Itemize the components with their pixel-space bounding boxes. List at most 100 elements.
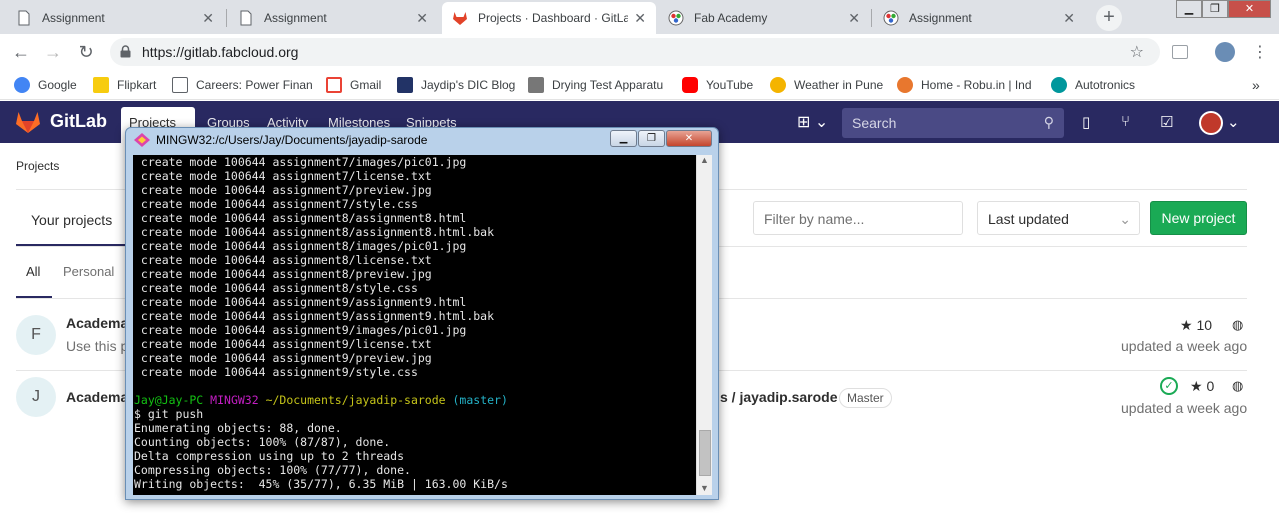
window-minimize-button[interactable]: ▁ xyxy=(1176,0,1202,18)
google-icon xyxy=(14,77,30,93)
search-input[interactable]: Search ⚲ xyxy=(842,108,1064,138)
youtube-icon xyxy=(682,77,698,93)
project-name[interactable]: Academa xyxy=(66,389,128,405)
terminal-output[interactable]: create mode 100644 assignment7/images/pi… xyxy=(133,155,696,495)
browser-tab[interactable]: Fab Academy ✕ xyxy=(658,2,870,34)
terminal-line: create mode 100644 assignment9/assignmen… xyxy=(134,295,467,309)
document-icon xyxy=(172,77,188,93)
bookmark-item[interactable]: YouTube xyxy=(682,76,753,94)
bookmark-label: YouTube xyxy=(706,78,754,92)
bookmarks-bar: Google Flipkart Careers: Power Finan Gma… xyxy=(0,70,1279,100)
more-bookmarks-button[interactable]: » xyxy=(1252,76,1260,94)
gitlab-logo-icon[interactable] xyxy=(14,110,42,134)
bookmark-item[interactable]: Drying Test Apparatu xyxy=(528,76,663,94)
sort-select[interactable]: Last updated ⌄ xyxy=(977,201,1140,235)
filter-by-name-input[interactable]: Filter by name... xyxy=(753,201,963,235)
forward-icon[interactable]: → xyxy=(42,41,64,63)
fab-academy-icon xyxy=(668,10,684,26)
new-project-button[interactable]: New project xyxy=(1150,201,1247,235)
terminal-line: create mode 100644 assignment9/images/pi… xyxy=(134,323,467,337)
bookmark-label: Google xyxy=(38,78,77,92)
bookmark-star-icon[interactable]: ☆ xyxy=(1130,42,1144,62)
browser-tab[interactable]: Assignment ✕ xyxy=(873,2,1085,34)
terminal-line: create mode 100644 assignment7/license.t… xyxy=(134,169,432,183)
star-count-value: 0 xyxy=(1206,378,1215,394)
close-button[interactable]: ✕ xyxy=(666,130,712,147)
tab-your-projects[interactable]: Your projects xyxy=(31,212,112,228)
reload-icon[interactable]: ↻ xyxy=(75,41,97,63)
close-icon[interactable]: ✕ xyxy=(416,10,428,27)
robu-icon xyxy=(897,77,913,93)
close-icon[interactable]: ✕ xyxy=(634,10,646,27)
browser-toolbar: ← → ↻ https://gitlab.fabcloud.org ☆ ⋮ xyxy=(0,34,1279,70)
terminal-scrollbar[interactable]: ▲ ▼ xyxy=(696,155,712,495)
back-icon[interactable]: ← xyxy=(10,41,32,63)
access-badge: Master xyxy=(839,388,892,408)
search-placeholder: Search xyxy=(852,115,897,131)
scroll-down-icon[interactable]: ▼ xyxy=(700,483,709,493)
weather-icon xyxy=(770,77,786,93)
gitlab-brand[interactable]: GitLab xyxy=(50,111,107,132)
bookmark-item[interactable]: Jaydip's DIC Blog xyxy=(397,76,515,94)
breadcrumb[interactable]: Projects xyxy=(16,159,59,173)
bookmark-item[interactable]: Google xyxy=(14,76,77,94)
window-maximize-button[interactable]: ❐ xyxy=(1202,0,1228,18)
project-avatar[interactable]: J xyxy=(16,377,56,417)
close-icon[interactable]: ✕ xyxy=(1063,10,1075,27)
scrollbar-thumb[interactable] xyxy=(699,430,711,476)
scroll-up-icon[interactable]: ▲ xyxy=(700,155,709,165)
terminal-window[interactable]: MINGW32:/c/Users/Jay/Documents/jayadip-s… xyxy=(125,127,719,500)
search-icon: ⚲ xyxy=(1043,114,1054,130)
apparatus-icon xyxy=(528,77,544,93)
user-avatar[interactable] xyxy=(1199,111,1223,135)
gitlab-icon xyxy=(453,12,467,25)
chevron-down-icon[interactable]: ⌄ xyxy=(1227,113,1240,131)
bookmark-label: Autotronics xyxy=(1075,78,1136,92)
bookmark-item[interactable]: Weather in Pune xyxy=(770,76,883,94)
project-path[interactable]: s / jayadip.sarode xyxy=(720,389,838,405)
browser-tab[interactable]: Assignment ✕ xyxy=(6,2,224,34)
maximize-button[interactable]: ❐ xyxy=(638,130,665,147)
project-avatar[interactable]: F xyxy=(16,315,56,355)
bookmark-item[interactable]: Home - Robu.in | Ind xyxy=(897,76,1032,94)
terminal-prompt: Jay@Jay-PC MINGW32 ~/Documents/jayadip-s… xyxy=(134,393,508,407)
close-icon[interactable]: ✕ xyxy=(848,10,860,27)
bookmark-label: Home - Robu.in | Ind xyxy=(921,78,1032,92)
todos-icon[interactable]: ☑ xyxy=(1160,113,1173,131)
pipeline-passed-icon[interactable]: ✓ xyxy=(1160,377,1178,395)
issues-icon[interactable]: ▯ xyxy=(1082,113,1090,131)
terminal-titlebar[interactable]: MINGW32:/c/Users/Jay/Documents/jayadip-s… xyxy=(126,128,718,152)
project-name[interactable]: Academa xyxy=(66,315,128,331)
bookmark-item[interactable]: Careers: Power Finan xyxy=(172,76,313,94)
browser-tab-active[interactable]: Projects · Dashboard · GitLab ✕ xyxy=(442,2,656,34)
extension-icon[interactable] xyxy=(1172,45,1188,59)
url-text: https://gitlab.fabcloud.org xyxy=(142,44,299,60)
new-tab-button[interactable]: + xyxy=(1096,5,1122,31)
bookmark-item[interactable]: Gmail xyxy=(326,76,381,94)
updated-time: updated a week ago xyxy=(1121,400,1248,416)
browser-tab[interactable]: Assignment ✕ xyxy=(228,2,438,34)
address-bar[interactable]: https://gitlab.fabcloud.org ☆ xyxy=(110,38,1160,66)
terminal-output-line: Counting objects: 100% (87/87), done. xyxy=(134,435,391,449)
tab-title: Fab Academy xyxy=(694,11,768,25)
bookmark-item[interactable]: Autotronics xyxy=(1051,76,1135,94)
terminal-line: create mode 100644 assignment9/assignmen… xyxy=(134,309,495,323)
bookmark-item[interactable]: Flipkart xyxy=(93,76,156,94)
bookmark-label: Drying Test Apparatu xyxy=(552,78,664,92)
project-description: Use this p xyxy=(66,338,129,354)
globe-icon: ◍ xyxy=(1232,378,1244,393)
merge-requests-icon[interactable]: ⑂ xyxy=(1121,113,1130,130)
menu-dots-icon[interactable]: ⋮ xyxy=(1252,42,1268,62)
close-icon[interactable]: ✕ xyxy=(202,10,214,27)
subtab-all[interactable]: All xyxy=(26,264,40,279)
profile-avatar[interactable] xyxy=(1215,42,1235,62)
window-close-button[interactable]: ✕ xyxy=(1228,0,1271,18)
sort-label: Last updated xyxy=(988,211,1069,227)
minimize-button[interactable]: ▁ xyxy=(610,130,637,147)
plus-dropdown-icon[interactable]: ⊞ ⌄ xyxy=(797,112,828,132)
subtab-personal[interactable]: Personal xyxy=(63,264,114,279)
tab-title: Projects · Dashboard · GitLab xyxy=(478,11,629,25)
flipkart-icon xyxy=(93,77,109,93)
tab-title: Assignment xyxy=(909,11,972,25)
